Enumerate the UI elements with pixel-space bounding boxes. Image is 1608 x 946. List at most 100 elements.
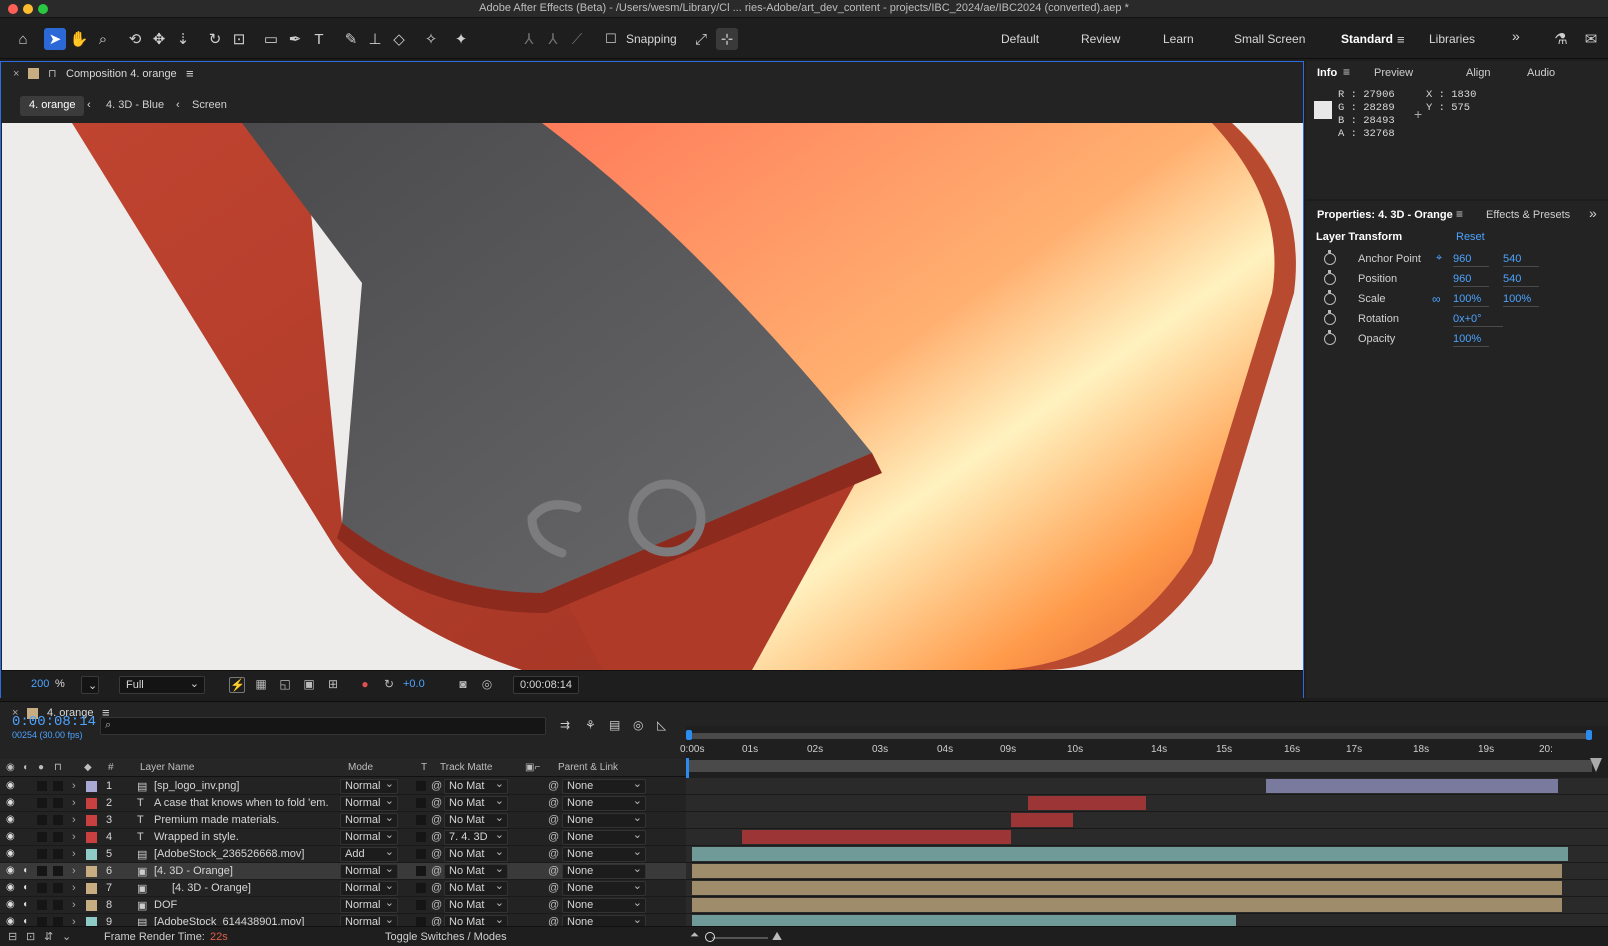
tab-align[interactable]: Align xyxy=(1466,67,1490,79)
stopwatch-icon[interactable] xyxy=(1324,270,1336,285)
comp-mini-flowchart-icon[interactable]: ⇉ xyxy=(560,718,570,732)
pick-whip-icon[interactable]: @ xyxy=(548,865,559,877)
spiral-link-icon[interactable]: @ xyxy=(431,848,442,860)
track-matte-dropdown[interactable]: No Mat xyxy=(444,811,508,828)
position-x-value[interactable]: 960 xyxy=(1453,273,1489,287)
zoom-out-icon[interactable]: ⏶ xyxy=(690,929,699,942)
workspace-libraries[interactable]: Libraries xyxy=(1429,32,1475,46)
spiral-link-icon[interactable]: @ xyxy=(431,831,442,843)
parent-dropdown[interactable]: None xyxy=(562,794,646,811)
stopwatch-icon[interactable] xyxy=(1324,310,1336,325)
lock-switch[interactable] xyxy=(53,832,63,842)
tab-info[interactable]: Info xyxy=(1317,67,1337,79)
workspace-menu-icon[interactable]: ≡ xyxy=(1397,32,1405,47)
solo-switch[interactable] xyxy=(37,832,47,842)
pan-camera-icon[interactable]: ✥ xyxy=(148,28,170,50)
preserve-transparency-switch[interactable] xyxy=(416,832,426,842)
preserve-transparency-switch[interactable] xyxy=(416,815,426,825)
solo-switch[interactable] xyxy=(37,798,47,808)
motion-blur-icon[interactable]: ◎ xyxy=(633,718,643,732)
reset-link[interactable]: Reset xyxy=(1456,231,1485,243)
visibility-eye-icon[interactable]: ◉ xyxy=(6,882,15,893)
channel-icon[interactable]: ● xyxy=(357,677,373,693)
axis-local-icon[interactable]: ⅄ xyxy=(518,28,540,50)
blend-mode-dropdown[interactable]: Normal xyxy=(340,811,398,828)
layer-name[interactable]: A case that knows when to fold 'em. xyxy=(154,797,334,809)
panel-menu-icon[interactable]: ≡ xyxy=(1456,207,1463,221)
lock-switch[interactable] xyxy=(53,883,63,893)
spiral-link-icon[interactable]: @ xyxy=(431,899,442,911)
lock-switch[interactable] xyxy=(53,849,63,859)
transparency-grid-icon[interactable]: ▦ xyxy=(253,677,269,693)
pick-whip-icon[interactable]: @ xyxy=(548,899,559,911)
transfer-controls-icon[interactable]: ⊡ xyxy=(26,930,35,943)
timeline-current-time[interactable]: 0:00:08:14 xyxy=(12,714,96,730)
home-icon[interactable]: ⌂ xyxy=(12,28,34,50)
preserve-transparency-switch[interactable] xyxy=(416,866,426,876)
layer-name[interactable]: [4. 3D - Orange] xyxy=(172,882,352,894)
layer-duration-bar[interactable] xyxy=(692,898,1562,912)
expand-chevron-icon[interactable]: › xyxy=(72,814,76,826)
layer-name[interactable]: [sp_logo_inv.png] xyxy=(154,780,334,792)
solo-switch[interactable] xyxy=(37,866,47,876)
guides-icon[interactable]: ⊞ xyxy=(325,677,341,693)
scale-y-value[interactable]: 100% xyxy=(1503,293,1539,307)
workspace-learn[interactable]: Learn xyxy=(1163,32,1194,46)
graph-editor-icon[interactable]: ◺ xyxy=(657,718,666,732)
layer-row[interactable]: ◉ › 2 T A case that knows when to fold 'em. N… xyxy=(0,794,686,812)
spiral-link-icon[interactable]: @ xyxy=(431,780,442,792)
parent-dropdown[interactable]: None xyxy=(562,811,646,828)
audio-icon[interactable]: ◖ xyxy=(22,899,28,910)
zoom-in-icon[interactable]: ⛰ xyxy=(772,929,782,944)
parent-dropdown[interactable]: None xyxy=(562,896,646,913)
pick-whip-icon[interactable]: @ xyxy=(548,882,559,894)
puppet-pin-tool-icon[interactable]: ✦ xyxy=(450,28,472,50)
workspace-default[interactable]: Default xyxy=(1001,32,1039,46)
layer-duration-bar[interactable] xyxy=(1028,796,1146,810)
layer-row[interactable]: ◉◖›6▣[4. 3D - Orange]Normal@No Mat@None xyxy=(0,862,686,880)
orbit-camera-icon[interactable]: ⟲ xyxy=(124,28,146,50)
layer-name-header[interactable]: Layer Name xyxy=(140,762,194,773)
anchor-target-icon[interactable]: ⌖ xyxy=(1436,252,1442,265)
audio-icon[interactable]: ◖ xyxy=(22,882,28,893)
roto-brush-tool-icon[interactable]: ✧ xyxy=(420,28,442,50)
solo-switch[interactable] xyxy=(37,781,47,791)
stopwatch-icon[interactable] xyxy=(1324,330,1336,345)
workspace-standard[interactable]: Standard xyxy=(1341,32,1393,46)
dolly-camera-icon[interactable]: ⇣ xyxy=(172,28,194,50)
label-color-swatch[interactable] xyxy=(86,883,97,894)
hand-tool-icon[interactable]: ✋ xyxy=(68,28,90,50)
parent-dropdown[interactable]: None xyxy=(562,777,646,794)
parent-dropdown[interactable]: None xyxy=(562,845,646,862)
expand-chevron-icon[interactable]: › xyxy=(72,882,76,894)
preserve-transparency-switch[interactable] xyxy=(416,849,426,859)
workspace-small-screen[interactable]: Small Screen xyxy=(1234,32,1305,46)
parent-dropdown[interactable]: None xyxy=(562,879,646,896)
layer-row[interactable]: ◉›5▤[AdobeStock_236526668.mov]Add@No Mat… xyxy=(0,845,686,863)
clone-stamp-tool-icon[interactable]: ⊥ xyxy=(364,28,386,50)
label-color-swatch[interactable] xyxy=(86,832,97,843)
pen-tool-icon[interactable]: ✒ xyxy=(284,28,306,50)
zoom-tool-icon[interactable]: ⌕ xyxy=(92,28,114,50)
track-matte-dropdown[interactable]: No Mat xyxy=(444,862,508,879)
snap-features-icon[interactable]: ⊹ xyxy=(716,28,738,50)
timeline-navigator[interactable] xyxy=(686,760,1592,772)
layer-duration-bar[interactable] xyxy=(1266,779,1558,793)
lock-icon[interactable]: ⊓ xyxy=(48,67,57,80)
solo-switch[interactable] xyxy=(37,849,47,859)
panel-menu-icon[interactable]: ≡ xyxy=(1343,65,1350,79)
blend-mode-dropdown[interactable]: Add xyxy=(340,845,398,862)
layer-row[interactable]: ◉›1▤[sp_logo_inv.png]Normal@No Mat@None xyxy=(0,777,686,795)
track-matte-dropdown[interactable]: No Mat xyxy=(444,896,508,913)
pick-whip-icon[interactable]: @ xyxy=(548,848,559,860)
fast-previews-icon[interactable]: ⚡ xyxy=(229,677,245,693)
constrain-proportions-icon[interactable]: ∞ xyxy=(1432,292,1441,306)
preserve-transparency-switch[interactable] xyxy=(416,781,426,791)
toggle-switches-modes-button[interactable]: Toggle Switches / Modes xyxy=(385,931,507,943)
visibility-eye-icon[interactable]: ◉ xyxy=(6,865,15,876)
layer-duration-bar[interactable] xyxy=(1011,813,1073,827)
pick-whip-icon[interactable]: @ xyxy=(548,831,559,843)
snap-edges-icon[interactable]: ⤢ xyxy=(690,28,712,50)
composition-viewer[interactable] xyxy=(2,123,1303,670)
blend-mode-dropdown[interactable]: Normal xyxy=(340,828,398,845)
